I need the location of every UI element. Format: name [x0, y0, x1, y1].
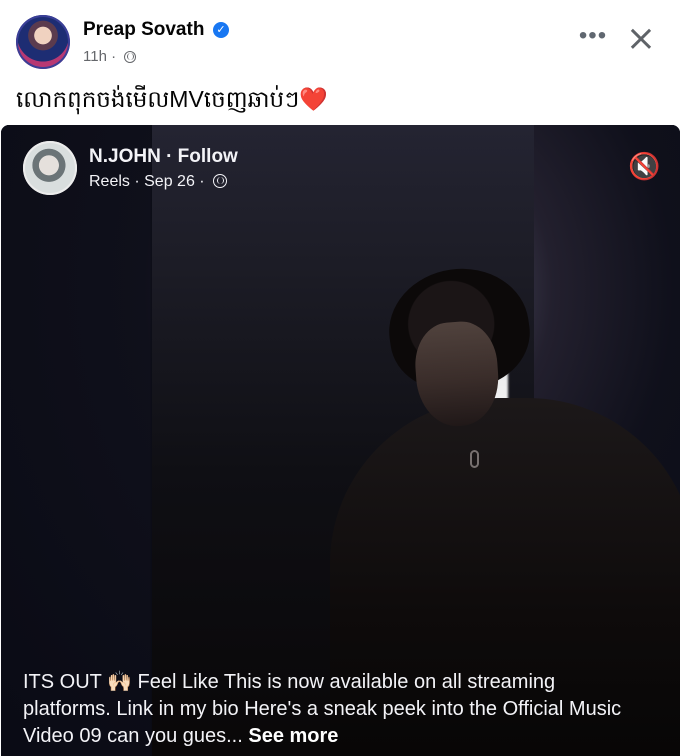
- see-more-link[interactable]: See more: [248, 725, 338, 747]
- reel-author-avatar[interactable]: [23, 141, 77, 195]
- post-caption: លោកពុកចង់មើលMVចេញឆាប់ៗ❤️: [16, 86, 328, 112]
- post-time[interactable]: 11h: [83, 48, 107, 65]
- post-header: Preap Sovath ✓ 11h · ••• × លោកពុកចង់មើលM…: [0, 0, 681, 124]
- close-icon: ×: [625, 18, 657, 59]
- globe-icon: [124, 51, 137, 63]
- reel-meta: Reels · Sep 26 ·: [89, 172, 228, 191]
- mute-icon[interactable]: 🔇: [628, 154, 660, 180]
- meta-separator: ·: [111, 48, 117, 65]
- author-name[interactable]: Preap Sovath: [83, 19, 204, 41]
- jacket-zip-image: [470, 450, 479, 468]
- reel-description: ITS OUT 🙌🏻 Feel Like This is now availab…: [23, 669, 643, 750]
- author-avatar[interactable]: [16, 15, 70, 69]
- reel-author-follow[interactable]: N.JOHN · Follow: [89, 146, 238, 168]
- close-button[interactable]: ×: [622, 20, 660, 58]
- post-meta: 11h ·: [83, 48, 137, 65]
- more-options-button[interactable]: •••: [573, 24, 613, 54]
- shared-reel[interactable]: N.JOHN · Follow Reels · Sep 26 · 🔇 ITS O…: [1, 125, 680, 756]
- globe-icon: [213, 174, 228, 188]
- verified-badge-icon: ✓: [213, 22, 229, 38]
- more-icon: •••: [578, 22, 608, 49]
- video-frame[interactable]: [152, 125, 680, 756]
- reel-meta-text: Reels · Sep 26 ·: [89, 173, 205, 190]
